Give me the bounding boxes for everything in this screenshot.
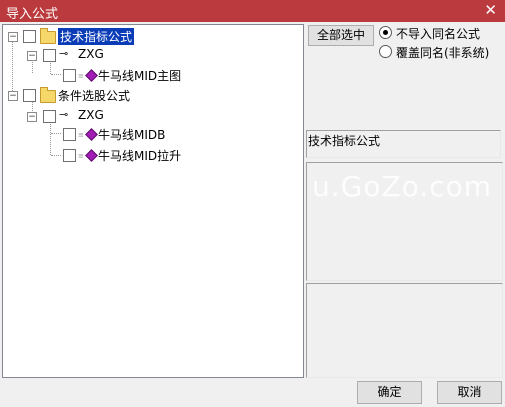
ok-button[interactable]: 确定 [357,381,422,404]
checkbox[interactable] [23,30,36,43]
checkbox[interactable] [63,69,76,82]
collapse-toggle-icon[interactable]: − [27,51,37,61]
tree-node-label[interactable]: 牛马线MID拉升 [98,147,181,164]
close-icon[interactable]: ✕ [484,1,497,19]
formula-tree[interactable]: − 技术指标公式 − ⊸ ZXG ≡ 牛马线MID主图 − 条件选股公式 − ⊸… [2,24,304,378]
formula-type-icon: ≡ [78,72,84,80]
collapse-toggle-icon[interactable]: − [8,91,18,101]
key-icon: ⊸ [59,108,69,121]
radio-label[interactable]: 不导入同名公式 [396,25,480,42]
tree-node-zxg-group[interactable]: − ⊸ ZXG [3,46,303,64]
tree-node-condition-formulas[interactable]: − 条件选股公式 [3,86,303,104]
tree-node-label[interactable]: 牛马线MID主图 [98,67,181,84]
collapse-toggle-icon[interactable]: − [8,32,18,42]
checkbox[interactable] [63,128,76,141]
title-bar: 导入公式 ✕ [0,0,505,22]
formula-type-box: 技术指标公式 [306,130,501,158]
checkbox[interactable] [23,89,36,102]
gem-icon [85,149,98,162]
key-icon: ⊸ [59,47,69,60]
preview-panel [306,283,503,378]
window-title: 导入公式 [6,7,59,22]
tree-node-zxg-group[interactable]: − ⊸ ZXG [3,107,303,125]
select-all-button[interactable]: 全部选中 [308,25,374,46]
tree-item-formula[interactable]: ≡ 牛马线MIDB [3,125,303,143]
collapse-toggle-icon[interactable]: − [27,112,37,122]
radio-label[interactable]: 覆盖同名(非系统) [396,44,489,61]
tree-node-indicator-formulas[interactable]: − 技术指标公式 [3,27,303,45]
tree-node-label[interactable]: 技术指标公式 [58,28,135,45]
checkbox[interactable] [43,110,56,123]
formula-type-icon: ≡ [78,131,84,139]
tree-node-label[interactable]: ZXG [78,47,104,61]
tree-item-formula[interactable]: ≡ 牛马线MID主图 [3,66,303,84]
description-panel [306,162,503,281]
radio-overwrite-same-name[interactable] [379,45,392,58]
tree-node-label[interactable]: 牛马线MIDB [98,126,165,143]
cancel-button[interactable]: 取消 [437,381,502,404]
formula-type-icon: ≡ [78,152,84,160]
tree-node-label[interactable]: ZXG [78,108,104,122]
folder-icon [40,28,56,44]
gem-icon [85,128,98,141]
radio-skip-same-name[interactable] [379,26,392,39]
checkbox[interactable] [63,149,76,162]
checkbox[interactable] [43,49,56,62]
gem-icon [85,69,98,82]
tree-item-formula[interactable]: ≡ 牛马线MID拉升 [3,146,303,164]
folder-icon [40,87,56,103]
formula-type-label: 技术指标公式 [308,134,381,148]
tree-node-label[interactable]: 条件选股公式 [58,87,130,104]
